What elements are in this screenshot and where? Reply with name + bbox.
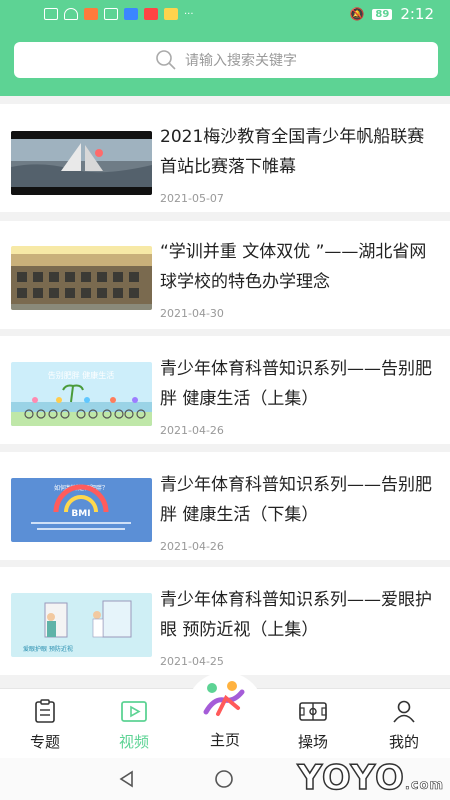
news-title[interactable]: 2021梅沙教育全国青少年帆船联赛首站比赛落下帷幕 <box>160 122 438 182</box>
watermark-text: YOYO <box>297 757 405 799</box>
news-date: 2021-05-07 <box>160 192 224 205</box>
video-icon <box>121 701 147 722</box>
news-item[interactable]: 2021梅沙教育全国青少年帆船联赛首站比赛落下帷幕 2021-05-07 <box>0 104 450 212</box>
nav-label: 我的 <box>388 733 419 751</box>
news-title[interactable]: 青少年体育科普知识系列——告别肥胖 健康生活（下集） <box>160 470 438 530</box>
watermark-suffix: .com <box>404 778 444 794</box>
app-notification-icon <box>104 8 118 20</box>
news-item[interactable]: 如何判断是否肥胖？ BMI 青少年体育科普知识系列——告别肥胖 健康生活（下集）… <box>0 452 450 560</box>
nav-label-home[interactable]: 主页 <box>195 729 255 750</box>
mute-icon: 🔕 <box>349 7 365 21</box>
nav-label: 专题 <box>29 733 60 751</box>
search-icon <box>156 50 176 70</box>
news-title[interactable]: 青少年体育科普知识系列——告别肥胖 健康生活（上集） <box>160 354 438 414</box>
thumbnail-caption: 告别肥胖 健康生活 <box>48 370 115 380</box>
nav-item-playground[interactable]: 操场 <box>283 699 343 754</box>
nav-label: 视频 <box>118 733 149 751</box>
news-date: 2021-04-26 <box>160 540 224 553</box>
search-placeholder: 请输入搜索关键字 <box>185 53 297 69</box>
app-notification-icon <box>144 8 158 20</box>
news-item[interactable]: 爱眼护眼 预防近视 青少年体育科普知识系列——爱眼护眼 预防近视（上集） 202… <box>0 567 450 675</box>
search-input[interactable]: 请输入搜索关键字 <box>14 42 438 78</box>
more-notifications-icon: ··· <box>184 8 194 20</box>
news-title[interactable]: 青少年体育科普知识系列——爱眼护眼 预防近视（上集） <box>160 585 438 645</box>
news-item[interactable]: “学训并重 文体双优 ”——湖北省网球学校的特色办学理念 2021-04-30 <box>0 221 450 329</box>
status-icons-left: ··· <box>44 8 194 20</box>
news-item[interactable]: 告别肥胖 健康生活 青少年体育科普知识系列——告别肥胖 健康生活（上集） 202… <box>0 336 450 444</box>
wifi-icon <box>64 8 78 20</box>
sim-icon <box>44 8 58 20</box>
nav-label: 操场 <box>297 733 328 751</box>
back-icon[interactable] <box>118 770 136 788</box>
nav-item-video[interactable]: 视频 <box>104 699 164 754</box>
news-thumbnail-cycling: 告别肥胖 健康生活 <box>11 362 152 426</box>
news-thumbnail-school-building <box>11 246 152 310</box>
news-date: 2021-04-30 <box>160 307 224 320</box>
user-icon <box>393 700 415 723</box>
news-thumbnail-sailing <box>11 131 152 195</box>
battery-indicator: 89 <box>372 8 393 20</box>
watermark-logo: YOYO.com <box>297 757 444 799</box>
status-bar: ··· 🔕 89 2:12 <box>0 0 450 28</box>
clock: 2:12 <box>400 5 434 23</box>
news-title[interactable]: “学训并重 文体双优 ”——湖北省网球学校的特色办学理念 <box>160 237 438 297</box>
news-date: 2021-04-26 <box>160 424 224 437</box>
app-notification-icon <box>84 8 98 20</box>
app-notification-icon <box>164 8 178 20</box>
thumbnail-bmi-label: BMI <box>71 509 90 519</box>
nav-item-topics[interactable]: 专题 <box>15 699 75 754</box>
thumbnail-caption: 爱眼护眼 预防近视 <box>23 645 73 653</box>
field-icon <box>299 702 327 721</box>
app-notification-icon <box>124 8 138 20</box>
home-logo-icon[interactable] <box>200 678 250 718</box>
news-thumbnail-eye-care: 爱眼护眼 预防近视 <box>11 593 152 657</box>
app-header: ··· 🔕 89 2:12 请输入搜索关键字 <box>0 0 450 96</box>
clipboard-icon <box>35 699 55 723</box>
home-circle-icon[interactable] <box>214 769 234 789</box>
nav-item-mine[interactable]: 我的 <box>374 699 434 754</box>
news-thumbnail-bmi: 如何判断是否肥胖？ BMI <box>11 478 152 542</box>
news-date: 2021-04-25 <box>160 655 224 668</box>
status-icons-right: 🔕 89 2:12 <box>349 5 434 23</box>
